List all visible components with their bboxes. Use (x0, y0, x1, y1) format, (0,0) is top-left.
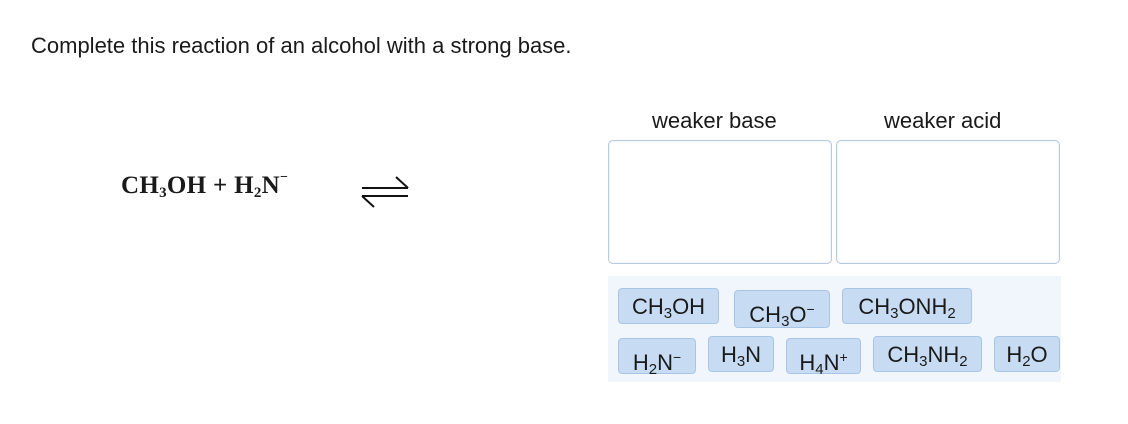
chip-ch3oh[interactable]: CH3OH (618, 288, 719, 324)
chip-text: O (789, 302, 807, 327)
reaction-equation: CH3OH + H2N− (121, 170, 289, 201)
chip-ch3o-minus[interactable]: CH3O− (734, 290, 830, 330)
reactant-1-part: OH (166, 172, 207, 199)
chip-text: O (1030, 342, 1048, 367)
chip-subscript: 2 (1022, 353, 1031, 370)
chip-text: CH (858, 294, 891, 319)
answer-palette: CH3OH CH3O− CH3ONH2 H2N− H3N H4N+ CH3NH2… (608, 276, 1061, 382)
chip-subscript: 2 (648, 361, 658, 378)
chip-text: H (720, 342, 737, 367)
chip-subscript: 4 (815, 361, 824, 378)
question-prompt: Complete this reaction of an alcohol wit… (31, 33, 572, 58)
reactant-2-part: N (261, 172, 281, 199)
weaker-base-label: weaker base (652, 108, 777, 133)
chip-text: OH (672, 294, 706, 319)
chip-charge: − (806, 301, 815, 317)
reactant-1-part: CH (121, 172, 160, 199)
chip-text: H (632, 350, 649, 375)
chip-ch3nh2[interactable]: CH3NH2 (873, 336, 982, 372)
chip-text: CH (631, 294, 664, 319)
chip-text: N (823, 350, 840, 375)
equilibrium-arrow-icon (361, 176, 409, 208)
weaker-acid-drop-zone[interactable] (836, 140, 1060, 264)
chip-h2o[interactable]: H2O (994, 336, 1060, 372)
chip-text: N (745, 342, 762, 367)
chip-text: N (657, 350, 673, 375)
chip-h4n-plus[interactable]: H4N+ (786, 338, 861, 378)
chip-charge: − (672, 349, 682, 365)
chip-subscript: 3 (663, 305, 673, 322)
plus-sign: + (212, 172, 228, 199)
chip-subscript: 3 (919, 353, 928, 370)
chip-text: NH (927, 342, 960, 367)
chip-text: CH (887, 342, 920, 367)
chip-subscript: 2 (959, 353, 968, 370)
reactant-2-part: H (234, 172, 254, 199)
reactant-2-charge: − (280, 170, 289, 185)
chip-ch3onh2[interactable]: CH3ONH2 (842, 288, 972, 324)
chip-charge: + (839, 349, 848, 365)
reactant-2-subscript: 2 (253, 185, 262, 201)
chip-text: ONH (898, 294, 948, 319)
chip-text: H (799, 350, 816, 375)
reactant-1-subscript: 3 (159, 185, 167, 201)
chip-subscript: 3 (736, 353, 746, 370)
chip-subscript: 2 (947, 305, 956, 322)
weaker-acid-label: weaker acid (884, 108, 1002, 133)
weaker-base-drop-zone[interactable] (608, 140, 832, 264)
chip-h3n[interactable]: H3N (708, 336, 774, 372)
chip-text: CH (749, 302, 782, 327)
chip-text: H (1006, 342, 1023, 367)
chip-h2n-minus[interactable]: H2N− (618, 338, 696, 378)
